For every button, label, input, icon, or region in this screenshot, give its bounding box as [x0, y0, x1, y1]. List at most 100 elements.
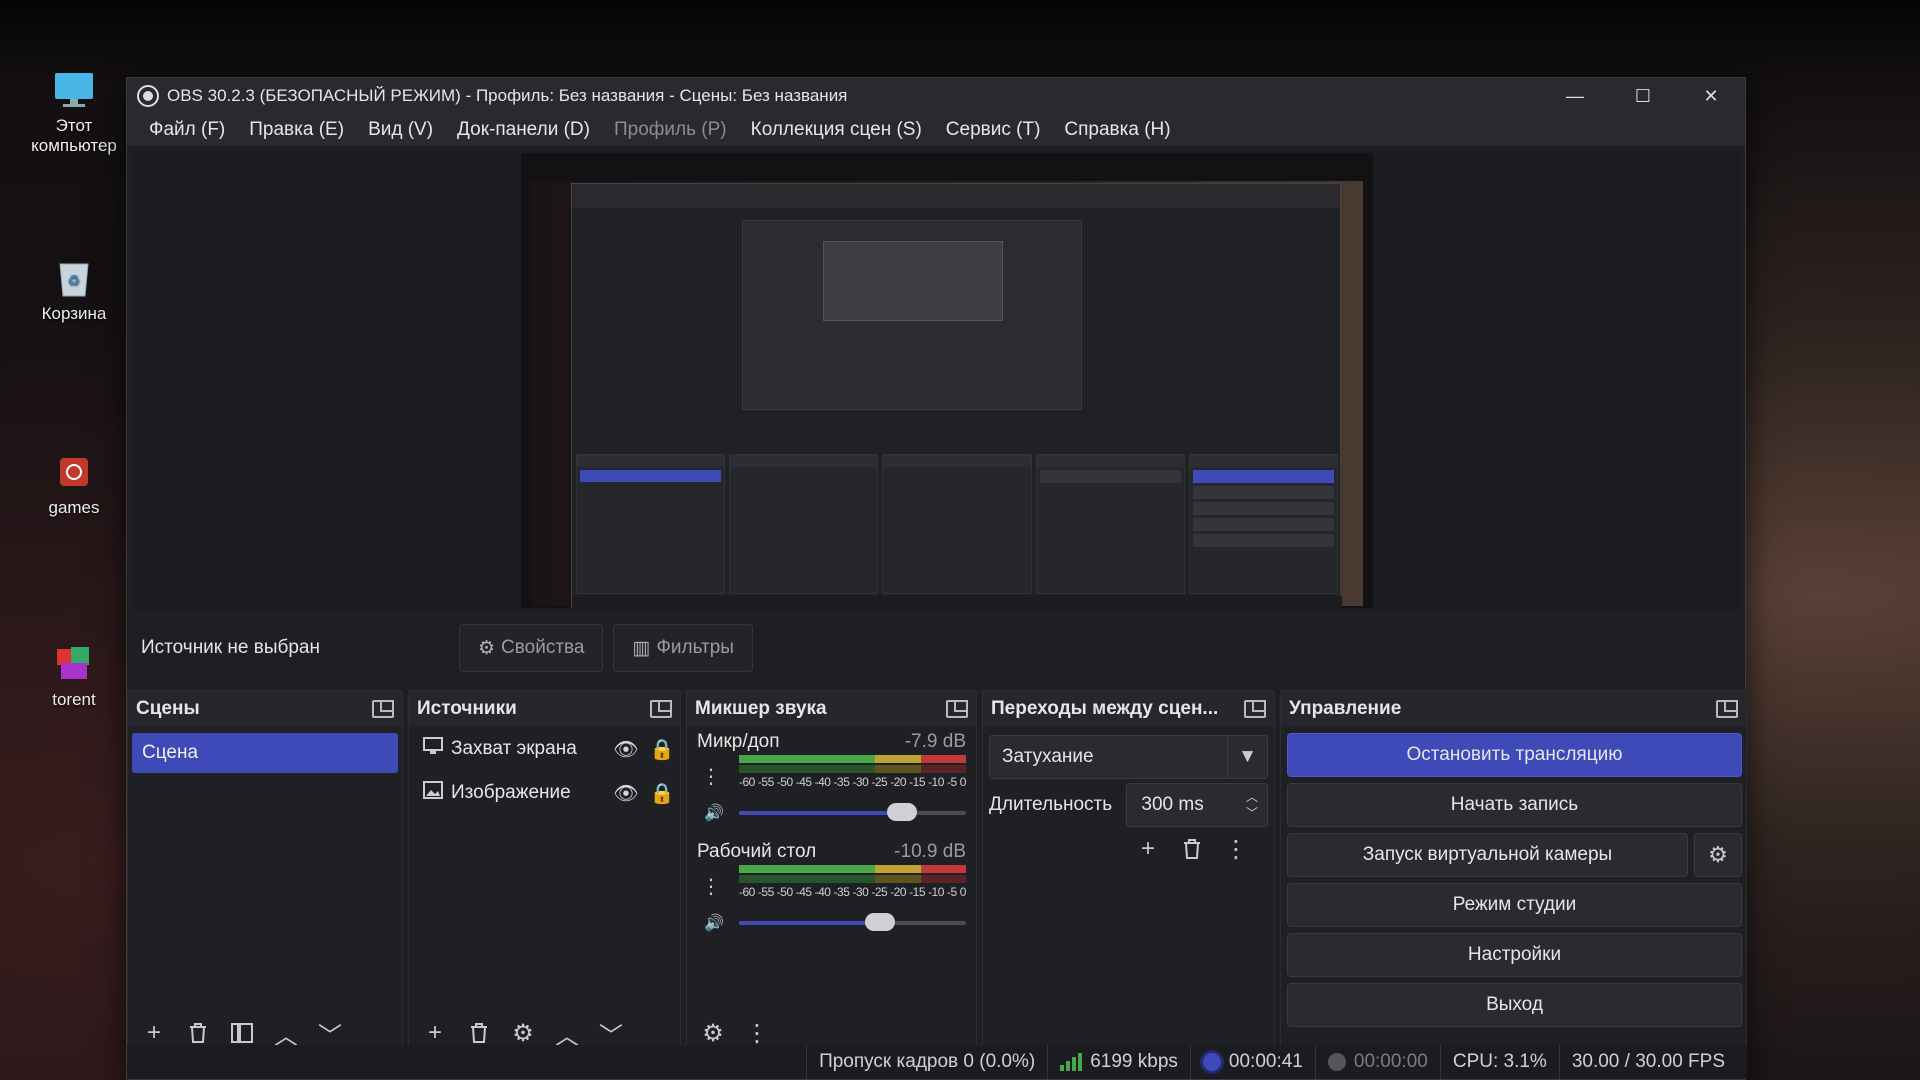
mixer-channel-mic: Микр/доп -7.9 dB ⋮ -60 -55 -50 -45 -40 -35 -30… [687, 727, 976, 837]
desktop-icon-label: torent [52, 690, 96, 709]
channel-menu-kebab-icon[interactable]: ⋮ [697, 761, 725, 791]
menu-docks[interactable]: Док-панели (D) [445, 119, 602, 141]
window-title: OBS 30.2.3 (БЕЗОПАСНЫЙ РЕЖИМ) - Профиль:… [167, 86, 848, 105]
remove-transition-button[interactable] [1172, 831, 1212, 867]
undock-icon[interactable] [1244, 700, 1266, 718]
lock-icon[interactable]: 🔒 [644, 737, 680, 762]
trash-icon [471, 1023, 487, 1043]
undock-icon[interactable] [372, 700, 394, 718]
controls-title: Управление [1289, 698, 1402, 719]
transitions-title: Переходы между сцен... [991, 698, 1219, 719]
add-transition-button[interactable]: + [1128, 831, 1168, 867]
source-item-screen-capture[interactable]: Захват экрана 👁 🔒 [409, 727, 680, 771]
recording-indicator-icon [1327, 1053, 1346, 1071]
maximize-button[interactable]: ☐ [1609, 78, 1677, 114]
signal-bars-icon [1060, 1053, 1083, 1071]
controls-dock: Управление Остановить трансляцию Начать … [1280, 690, 1747, 1056]
chevron-down-icon: ▼ [1227, 736, 1267, 778]
fps-indicator: 30.00 / 30.00 FPS [1558, 1045, 1737, 1079]
volume-meter: -60 -55 -50 -45 -40 -35 -30 -25 -20 -15 -10 -5 0 [739, 865, 966, 899]
desktop-icon-recycle-bin[interactable]: ♻ Корзина [24, 258, 124, 324]
channel-db: -10.9 dB [894, 841, 966, 862]
sources-title: Источники [417, 698, 517, 719]
source-item-image[interactable]: Изображение 👁 🔒 [409, 771, 680, 815]
speaker-icon[interactable]: 🔊 [697, 909, 731, 937]
channel-db: -7.9 dB [904, 731, 966, 752]
filters-button[interactable]: ▥ Фильтры [613, 624, 753, 672]
transition-menu-button[interactable]: ⋮ [1216, 831, 1256, 867]
preview-nested-obs-window [571, 183, 1342, 608]
streaming-indicator-icon [1202, 1053, 1221, 1071]
desktop-icon-label: Корзина [41, 304, 107, 323]
kebab-menu-icon: ⋮ [1224, 835, 1248, 863]
undock-icon[interactable] [1716, 700, 1738, 718]
channel-name: Микр/доп [697, 731, 780, 752]
start-virtual-camera-button[interactable]: Запуск виртуальной камеры [1287, 833, 1688, 877]
volume-meter: -60 -55 -50 -45 -40 -35 -30 -25 -20 -15 -10 -5 0 [739, 755, 966, 789]
menu-file[interactable]: Файл (F) [137, 119, 237, 141]
plus-icon: + [146, 1019, 161, 1046]
gear-icon: ⚙ [512, 1019, 534, 1047]
menu-help[interactable]: Справка (H) [1052, 119, 1182, 141]
exit-button[interactable]: Выход [1287, 983, 1742, 1027]
desktop-icon-torent[interactable]: torent [24, 644, 124, 710]
gear-icon: ⚙ [1708, 842, 1728, 867]
volume-slider[interactable] [739, 913, 966, 931]
stream-timer: 00:00:41 [1189, 1045, 1315, 1079]
recycle-bin-icon: ♻ [52, 258, 96, 298]
studio-mode-button[interactable]: Режим студии [1287, 883, 1742, 927]
menu-tools[interactable]: Сервис (T) [934, 119, 1053, 141]
context-bar: Источник не выбран ⚙ Свойства ▥ Фильтры [133, 618, 1741, 678]
duration-label: Длительность [989, 794, 1113, 815]
plus-icon: + [427, 1019, 442, 1046]
menu-bar: Файл (F) Правка (E) Вид (V) Док-панели (… [127, 114, 1745, 146]
record-timer: 00:00:00 [1314, 1045, 1440, 1079]
stop-streaming-button[interactable]: Остановить трансляцию [1287, 733, 1742, 777]
visibility-eye-icon[interactable]: 👁 [608, 781, 644, 806]
preview-canvas[interactable] [521, 153, 1373, 608]
visibility-eye-icon[interactable]: 👁 [608, 737, 644, 762]
desktop-icon-label: games [48, 498, 100, 517]
no-source-label: Источник не выбран [141, 637, 320, 658]
virtual-camera-settings-button[interactable]: ⚙ [1694, 833, 1742, 877]
transitions-dock: Переходы между сцен... Затухание ▼ Длите… [982, 690, 1275, 1056]
desktop-icon-this-pc[interactable]: Этот компьютер [24, 70, 124, 156]
title-bar: OBS 30.2.3 (БЕЗОПАСНЫЙ РЕЖИМ) - Профиль:… [127, 78, 1745, 114]
volume-slider[interactable] [739, 803, 966, 821]
settings-button[interactable]: Настройки [1287, 933, 1742, 977]
obs-logo-icon [137, 85, 159, 107]
start-recording-button[interactable]: Начать запись [1287, 783, 1742, 827]
duration-input[interactable]: 300 ms ︿ ﹀ [1126, 783, 1268, 827]
mixer-title: Микшер звука [695, 698, 827, 719]
preview-area [133, 150, 1741, 610]
menu-profile[interactable]: Профиль (P) [602, 119, 739, 141]
undock-icon[interactable] [650, 700, 672, 718]
channel-menu-kebab-icon[interactable]: ⋮ [697, 871, 725, 901]
channel-name: Рабочий стол [697, 841, 817, 862]
desktop-icon-label: Этот компьютер [31, 116, 117, 155]
svg-text:♻: ♻ [68, 272, 81, 288]
menu-edit[interactable]: Правка (E) [237, 119, 356, 141]
scene-item[interactable]: Сцена [132, 733, 398, 773]
properties-button[interactable]: ⚙ Свойства [459, 624, 604, 672]
speaker-icon[interactable]: 🔊 [697, 799, 731, 827]
close-button[interactable]: ✕ [1677, 78, 1745, 114]
obs-window: OBS 30.2.3 (БЕЗОПАСНЫЙ РЕЖИМ) - Профиль:… [126, 77, 1747, 1080]
kebab-menu-icon: ⋮ [745, 1019, 769, 1047]
undock-icon[interactable] [946, 700, 968, 718]
lock-icon[interactable]: 🔒 [644, 781, 680, 806]
games-folder-icon [52, 452, 96, 492]
desktop-icon-games[interactable]: games [24, 452, 124, 518]
meter-ticks: -60 -55 -50 -45 -40 -35 -30 -25 -20 -15 -10 -5 0 [739, 775, 966, 789]
mixer-channel-desktop: Рабочий стол -10.9 dB ⋮ -60 -55 -50 -45 -40-… [687, 837, 976, 947]
trash-icon [190, 1023, 206, 1043]
menu-view[interactable]: Вид (V) [356, 119, 445, 141]
scenes-title: Сцены [136, 698, 200, 719]
transition-select[interactable]: Затухание ▼ [989, 735, 1268, 779]
spinner-arrows-icon[interactable]: ︿ ﹀ [1237, 789, 1267, 821]
trash-icon [1184, 839, 1200, 859]
torrent-app-icon [52, 644, 96, 684]
cpu-usage: CPU: 3.1% [1439, 1045, 1559, 1079]
menu-scene-collection[interactable]: Коллекция сцен (S) [739, 119, 934, 141]
minimize-button[interactable]: — [1541, 78, 1609, 114]
